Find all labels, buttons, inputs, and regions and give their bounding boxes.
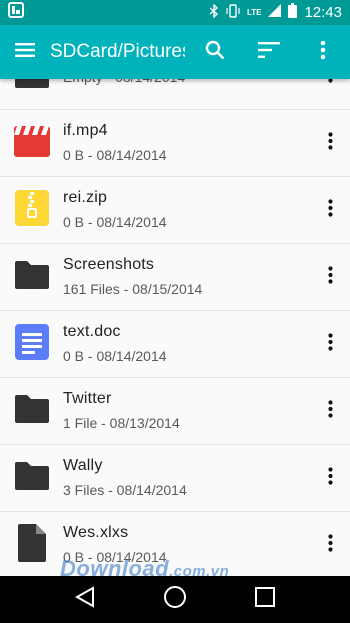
bluetooth-icon xyxy=(209,2,219,22)
file-row-folder[interactable]: Twitter 1 File - 08/13/2014 xyxy=(0,378,350,445)
file-name: rei.zip xyxy=(63,189,108,206)
file-options-button[interactable] xyxy=(310,512,350,577)
vibrate-icon xyxy=(226,3,240,22)
more-vert-icon xyxy=(327,399,333,423)
navigation-bar xyxy=(0,576,350,623)
document-icon xyxy=(14,323,50,366)
file-options-button[interactable] xyxy=(310,445,350,512)
zip-file-icon xyxy=(14,189,50,232)
file-row-folder[interactable]: Empty - 08/14/2014 xyxy=(0,79,350,110)
file-row-video[interactable]: if.mp4 0 B - 08/14/2014 xyxy=(0,110,350,177)
home-circle-icon xyxy=(163,585,187,614)
file-options-button[interactable] xyxy=(310,244,350,311)
clock: 12:43 xyxy=(304,4,342,21)
folder-icon xyxy=(13,460,51,497)
file-name: Screenshots xyxy=(63,256,155,273)
file-row-folder[interactable]: Screenshots 161 Files - 08/15/2014 xyxy=(0,244,350,311)
more-vert-icon xyxy=(327,533,333,557)
file-meta: 1 File - 08/13/2014 xyxy=(63,415,180,431)
overflow-menu-button[interactable] xyxy=(296,25,350,79)
more-vert-icon xyxy=(320,40,326,65)
more-vert-icon xyxy=(327,198,333,222)
current-path-title: SDCard/Pictures xyxy=(50,41,185,62)
file-name: text.doc xyxy=(63,323,121,340)
menu-button[interactable] xyxy=(0,25,50,79)
status-bar: LTE 12:43 xyxy=(0,0,350,25)
more-vert-icon xyxy=(327,131,333,155)
folder-icon xyxy=(13,79,51,95)
network-type: LTE xyxy=(246,8,262,17)
sort-button[interactable] xyxy=(242,25,296,79)
menu-icon xyxy=(15,42,35,62)
file-meta: 0 B - 08/14/2014 xyxy=(63,348,167,364)
file-options-button[interactable] xyxy=(310,378,350,445)
more-vert-icon xyxy=(327,466,333,490)
more-vert-icon xyxy=(327,332,333,356)
file-row-file[interactable]: Wes.xlxs 0 B - 08/14/2014 xyxy=(0,512,350,576)
file-row-folder[interactable]: Wally 3 Files - 08/14/2014 xyxy=(0,445,350,512)
file-options-button[interactable] xyxy=(310,110,350,177)
folder-icon xyxy=(13,259,51,296)
file-name: Wes.xlxs xyxy=(63,524,129,541)
file-meta: Empty - 08/14/2014 xyxy=(63,79,310,88)
recent-apps-square-icon xyxy=(255,587,275,612)
generic-file-icon xyxy=(16,523,48,568)
app-bar: SDCard/Pictures xyxy=(0,25,350,79)
search-icon xyxy=(205,40,225,65)
back-button[interactable] xyxy=(65,580,105,620)
file-name: Wally xyxy=(63,457,103,474)
recent-apps-button[interactable] xyxy=(245,580,285,620)
file-row-document[interactable]: text.doc 0 B - 08/14/2014 xyxy=(0,311,350,378)
more-vert-icon xyxy=(327,79,333,88)
file-row-zip[interactable]: rei.zip 0 B - 08/14/2014 xyxy=(0,177,350,244)
file-meta: 0 B - 08/14/2014 xyxy=(63,214,167,230)
file-list[interactable]: Empty - 08/14/2014 if.mp4 0 B - 08/14/20… xyxy=(0,79,350,576)
file-meta: 161 Files - 08/15/2014 xyxy=(63,281,203,297)
signal-icon xyxy=(268,4,282,21)
search-button[interactable] xyxy=(188,25,242,79)
file-options-button[interactable] xyxy=(310,79,350,110)
file-meta: 0 B - 08/14/2014 xyxy=(63,549,167,565)
file-options-button[interactable] xyxy=(310,311,350,378)
home-button[interactable] xyxy=(155,580,195,620)
folder-icon xyxy=(13,393,51,430)
app-notification-icon xyxy=(8,2,24,23)
file-options-button[interactable] xyxy=(310,177,350,244)
file-name: Twitter xyxy=(63,390,112,407)
file-meta: 3 Files - 08/14/2014 xyxy=(63,482,187,498)
battery-icon xyxy=(288,3,298,22)
video-file-icon xyxy=(13,123,51,164)
back-triangle-icon xyxy=(74,586,96,613)
sort-icon xyxy=(258,41,280,63)
file-meta: 0 B - 08/14/2014 xyxy=(63,147,167,163)
file-name: if.mp4 xyxy=(63,122,108,139)
more-vert-icon xyxy=(327,265,333,289)
